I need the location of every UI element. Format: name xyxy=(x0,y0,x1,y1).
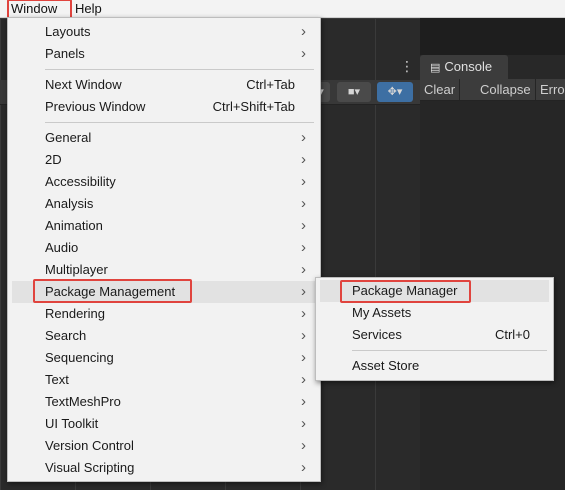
chevron-right-icon: › xyxy=(301,45,306,62)
chevron-right-icon: › xyxy=(301,23,306,40)
menu-item-animation[interactable]: Animation › xyxy=(8,215,320,237)
more-options-icon[interactable]: ⋮ xyxy=(400,58,414,75)
console-collapse-button[interactable]: Collapse xyxy=(476,79,536,100)
menu-item-analysis[interactable]: Analysis › xyxy=(8,193,320,215)
chevron-right-icon: › xyxy=(301,239,306,256)
menu-item-general[interactable]: General › xyxy=(8,127,320,149)
chevron-right-icon: › xyxy=(301,217,306,234)
chevron-right-icon: › xyxy=(301,173,306,190)
menu-item-version-control[interactable]: Version Control › xyxy=(8,435,320,457)
menu-item-package-manager[interactable]: Package Manager xyxy=(320,280,549,302)
window-menu-dropdown: Layouts › Panels › Next Window Ctrl+Tab Pre… xyxy=(7,17,321,482)
chevron-right-icon: › xyxy=(301,195,306,212)
chevron-right-icon: › xyxy=(301,327,306,344)
menu-item-visual-scripting[interactable]: Visual Scripting › xyxy=(8,457,320,479)
menu-item-multiplayer[interactable]: Multiplayer › xyxy=(8,259,320,281)
menu-item-services[interactable]: Services Ctrl+0 xyxy=(316,324,553,346)
menu-item-text[interactable]: Text › xyxy=(8,369,320,391)
menu-item-sequencing[interactable]: Sequencing › xyxy=(8,347,320,369)
console-toolbar: Clear Collapse Error xyxy=(420,79,565,101)
chevron-right-icon: › xyxy=(301,459,306,476)
chevron-right-icon: › xyxy=(301,283,306,300)
menu-window[interactable]: Window xyxy=(7,0,61,17)
menu-help[interactable]: Help xyxy=(71,0,106,17)
menu-item-ui-toolkit[interactable]: UI Toolkit › xyxy=(8,413,320,435)
chevron-right-icon: › xyxy=(301,437,306,454)
gizmos-toggle[interactable]: ✥▾ xyxy=(377,82,413,102)
chevron-right-icon: › xyxy=(301,349,306,366)
console-clear-button[interactable]: Clear xyxy=(420,79,461,100)
chevron-right-icon: › xyxy=(301,371,306,388)
package-management-submenu: Package Manager My Assets Services Ctrl+0… xyxy=(315,277,554,381)
menu-item-audio[interactable]: Audio › xyxy=(8,237,320,259)
console-list-icon: ▤ xyxy=(430,62,441,74)
chevron-right-icon: › xyxy=(301,393,306,410)
chevron-right-icon: › xyxy=(301,305,306,322)
menu-separator xyxy=(45,69,314,70)
menu-item-2d[interactable]: 2D › xyxy=(8,149,320,171)
menu-item-search[interactable]: Search › xyxy=(8,325,320,347)
menu-separator xyxy=(352,350,547,351)
chevron-right-icon: › xyxy=(301,129,306,146)
console-panel: ▤Console Clear Collapse Error xyxy=(420,55,565,490)
menu-separator xyxy=(45,122,314,123)
console-error-button[interactable]: Error xyxy=(536,79,565,100)
menu-item-layouts[interactable]: Layouts › xyxy=(8,21,320,43)
menu-item-textmeshpro[interactable]: TextMeshPro › xyxy=(8,391,320,413)
menu-item-asset-store[interactable]: Asset Store xyxy=(316,355,553,377)
menu-item-previous-window[interactable]: Previous Window Ctrl+Shift+Tab xyxy=(8,96,320,118)
tab-console[interactable]: ▤ Console xyxy=(420,55,508,79)
menu-bar: Window Help xyxy=(0,0,565,18)
camera-dropdown[interactable]: ■▾ xyxy=(337,82,371,102)
console-tab-label: Console xyxy=(444,59,493,74)
chevron-right-icon: › xyxy=(301,151,306,168)
menu-item-my-assets[interactable]: My Assets xyxy=(316,302,553,324)
chevron-right-icon: › xyxy=(301,261,306,278)
menu-item-panels[interactable]: Panels › xyxy=(8,43,320,65)
menu-item-accessibility[interactable]: Accessibility › xyxy=(8,171,320,193)
menu-item-next-window[interactable]: Next Window Ctrl+Tab xyxy=(8,74,320,96)
menu-item-rendering[interactable]: Rendering › xyxy=(8,303,320,325)
menu-item-package-management[interactable]: Package Management › xyxy=(12,281,316,303)
chevron-right-icon: › xyxy=(301,415,306,432)
